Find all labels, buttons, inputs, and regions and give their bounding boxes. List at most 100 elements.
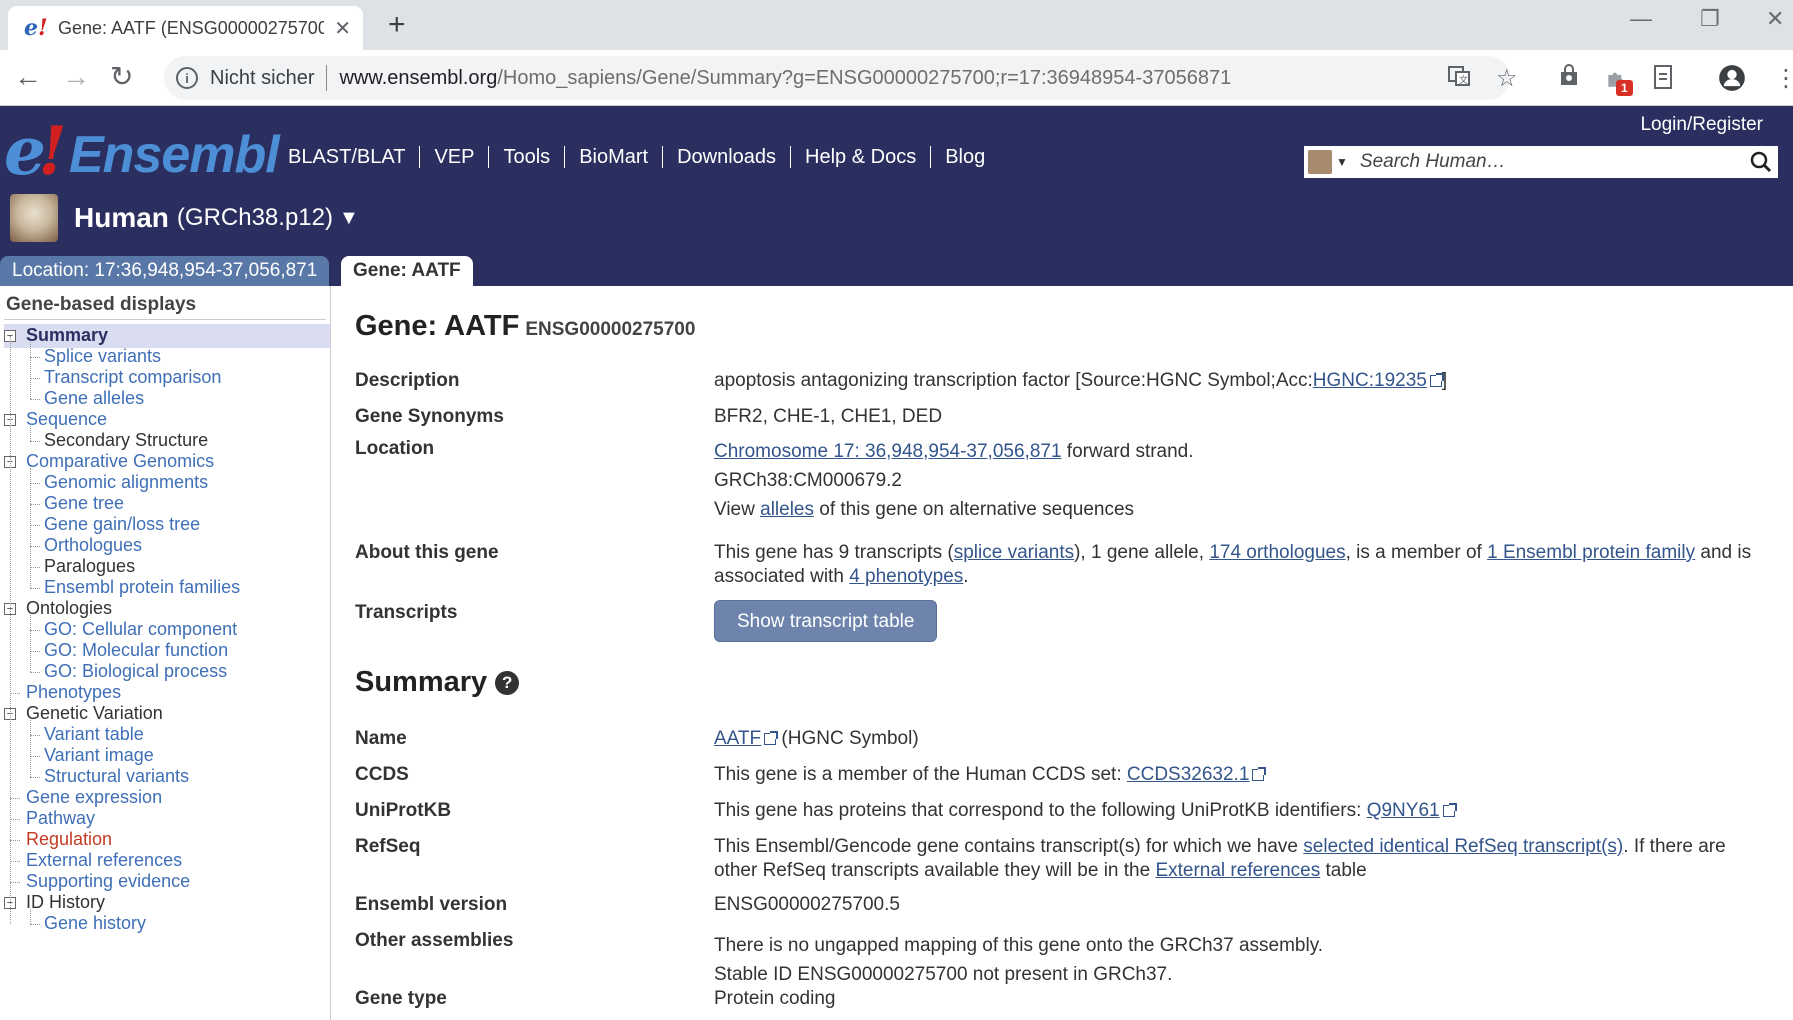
sidebar-item-label: Structural variants <box>44 766 190 786</box>
sidebar-item-label: Gene alleles <box>44 388 145 408</box>
restore-icon[interactable]: ❐ <box>1700 6 1720 32</box>
sidebar-item-label: Orthologues <box>44 535 143 555</box>
account-icon[interactable] <box>1718 64 1745 91</box>
sidebar-item-label: Splice variants <box>44 346 162 366</box>
human-species-icon <box>10 194 58 242</box>
alleles-link[interactable]: alleles <box>760 499 814 520</box>
tab-gene[interactable]: Gene: AATF <box>341 256 473 286</box>
nav-blast[interactable]: BLAST/BLAT <box>278 146 421 168</box>
tree-connector <box>10 693 20 694</box>
search-species-dropdown-icon[interactable]: ▼ <box>1336 155 1348 169</box>
nav-help-docs[interactable]: Help & Docs <box>791 146 932 168</box>
help-icon[interactable]: ? <box>495 670 520 695</box>
nav-blog[interactable]: Blog <box>931 146 999 168</box>
page-title: Gene: AATF ENSG00000275700 <box>355 310 695 343</box>
tab-close-icon[interactable]: ✕ <box>334 16 351 41</box>
browser-tab[interactable]: e! Gene: AATF (ENSG00000275700) ✕ <box>8 6 363 50</box>
sidebar-item-label: Variant image <box>44 745 154 765</box>
tree-connector <box>30 672 40 673</box>
species-dropdown-icon[interactable]: ▼ <box>339 207 359 230</box>
other-assemblies-key: Other assemblies <box>355 930 514 951</box>
tab-location[interactable]: Location: 17:36,948,954-37,056,871 <box>0 256 330 286</box>
tree-connector <box>10 798 20 799</box>
external-link-icon <box>764 731 779 745</box>
tree-trunk-line <box>10 336 11 924</box>
translate-icon[interactable]: 文 <box>1447 64 1471 95</box>
uniprot-link[interactable]: Q9NY61 <box>1367 800 1440 821</box>
bookmark-star-icon[interactable]: ☆ <box>1496 64 1518 93</box>
phenotypes-link[interactable]: 4 phenotypes <box>849 566 963 587</box>
login-register-link[interactable]: Login/Register <box>1640 114 1763 136</box>
left-sidebar: Gene-based displays − Summary Splice varia… <box>0 286 331 1020</box>
address-bar[interactable]: i Nicht sicher www.ensembl.org/Homo_sapi… <box>164 56 1510 100</box>
sidebar-item-label: Phenotypes <box>26 682 122 702</box>
logo-word: Ensembl <box>68 126 280 184</box>
tab-title: Gene: AATF (ENSG00000275700) <box>58 17 325 38</box>
sidebar-item-label: Gene gain/loss tree <box>44 514 201 534</box>
show-transcript-table-button[interactable]: Show transcript table <box>714 600 938 642</box>
protein-family-link[interactable]: 1 Ensembl protein family <box>1487 542 1695 563</box>
aatf-hgnc-link[interactable]: AATF <box>714 728 761 749</box>
search-icon[interactable] <box>1744 146 1778 178</box>
info-icon[interactable]: i <box>176 67 198 89</box>
tree-connector <box>30 357 40 358</box>
tree-connector <box>10 861 20 862</box>
external-references-link[interactable]: External references <box>1155 860 1320 881</box>
summary-heading: Summary ? <box>355 666 520 699</box>
refseq-transcripts-link[interactable]: selected identical RefSeq transcript(s) <box>1303 836 1623 857</box>
sidebar-item-label: Genetic Variation <box>26 703 163 723</box>
sidebar-item-label: Transcript comparison <box>44 367 222 387</box>
minimize-icon[interactable]: — <box>1630 6 1652 32</box>
nav-tools[interactable]: Tools <box>489 146 566 168</box>
ccds-key: CCDS <box>355 764 409 785</box>
new-tab-button[interactable]: + <box>388 8 406 42</box>
top-navigation: BLAST/BLAT VEP Tools BioMart Downloads H… <box>278 146 999 168</box>
nav-downloads[interactable]: Downloads <box>663 146 792 168</box>
window-close-icon[interactable]: ✕ <box>1766 6 1784 32</box>
browser-menu-icon[interactable]: ⋮ <box>1774 64 1793 93</box>
sidebar-item-label: Ensembl protein families <box>44 577 241 597</box>
ensembl-logo[interactable]: e ! Ensembl <box>4 112 280 184</box>
species-selector[interactable]: Human (GRCh38.p12) ▼ <box>10 194 359 242</box>
description-key: Description <box>355 370 460 391</box>
back-icon[interactable]: ← <box>14 62 42 92</box>
refseq-text-3: table <box>1320 860 1367 881</box>
forward-icon[interactable]: → <box>62 62 90 92</box>
hgnc-link[interactable]: HGNC:19235 <box>1313 370 1427 391</box>
extension-document-icon[interactable] <box>1651 64 1677 90</box>
about-text-5: . <box>963 566 969 587</box>
sidebar-item-gene-history[interactable]: Gene history <box>0 912 330 936</box>
tree-connector <box>30 651 40 652</box>
location-strand: forward strand. <box>1061 441 1194 462</box>
other-assemblies-text-1: There is no ungapped mapping of this gen… <box>714 935 1324 956</box>
sidebar-item-label: Regulation <box>26 829 113 849</box>
search-species-avatar-icon[interactable] <box>1308 150 1332 174</box>
tree-connector <box>30 483 40 484</box>
sidebar-item-label: Pathway <box>26 808 96 828</box>
sidebar-item-label: External references <box>26 850 183 870</box>
tree-branch-line <box>30 720 31 777</box>
sidebar-item-label: Sequence <box>26 409 108 429</box>
nav-vep[interactable]: VEP <box>420 146 490 168</box>
tree-connector <box>30 756 40 757</box>
sidebar-item-label: Secondary Structure <box>44 430 209 450</box>
species-name: Human <box>74 202 169 233</box>
extension-bag-icon[interactable] <box>1557 64 1583 90</box>
assembly-name: (GRCh38.p12) <box>176 204 333 231</box>
svg-text:文: 文 <box>1459 74 1468 86</box>
external-link-icon <box>1252 767 1267 781</box>
sidebar-item-label: Variant table <box>44 724 144 744</box>
gene-type-key: Gene type <box>355 988 447 1009</box>
external-link-icon <box>1442 803 1457 817</box>
search-input[interactable]: Search Human… <box>1354 151 1744 173</box>
orthologues-link[interactable]: 174 orthologues <box>1209 542 1345 563</box>
tree-branch-line <box>30 426 31 441</box>
reload-icon[interactable]: ↻ <box>110 62 133 92</box>
sidebar-item-label: GO: Biological process <box>44 661 228 681</box>
chromosome-location-link[interactable]: Chromosome 17: 36,948,954-37,056,871 <box>714 441 1062 462</box>
other-assemblies-text-2: Stable ID ENSG00000275700 not present in… <box>714 964 1173 985</box>
ccds-link[interactable]: CCDS32632.1 <box>1127 764 1250 785</box>
sidebar-item-label: Paralogues <box>44 556 136 576</box>
splice-variants-link[interactable]: splice variants <box>954 542 1074 563</box>
nav-biomart[interactable]: BioMart <box>565 146 664 168</box>
